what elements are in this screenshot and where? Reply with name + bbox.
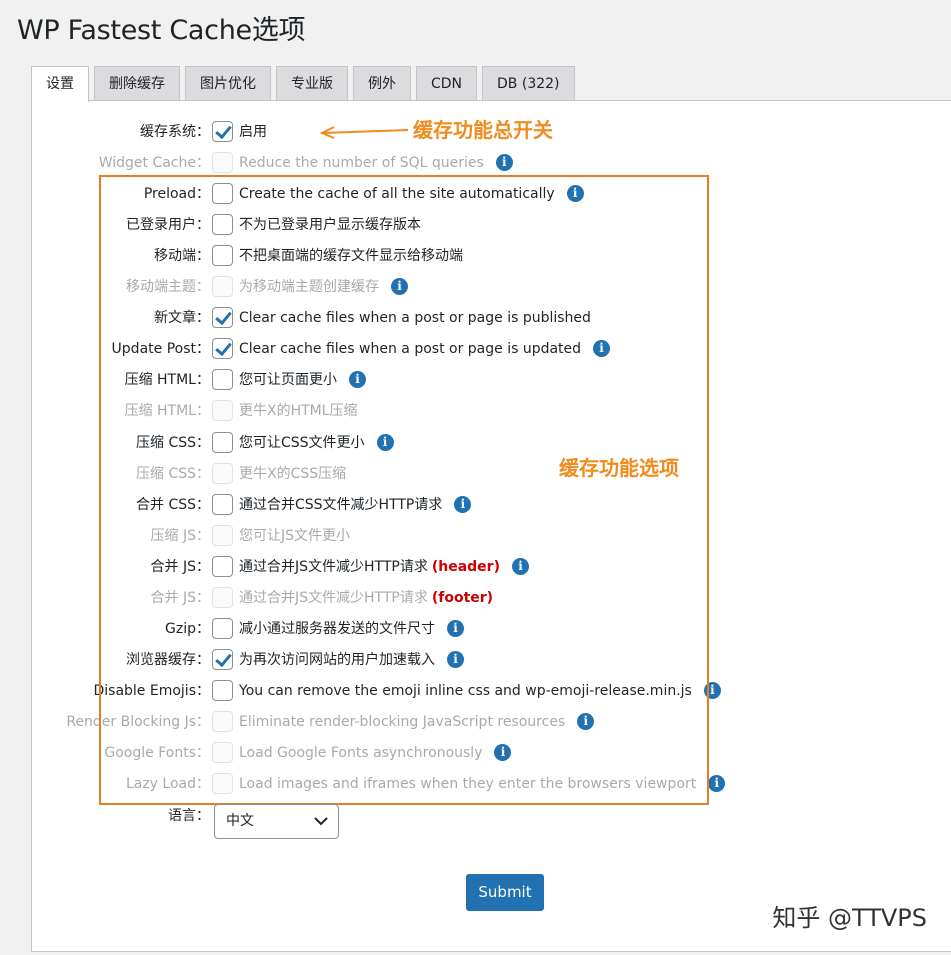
submit-button[interactable]: Submit bbox=[466, 874, 544, 911]
language-select[interactable]: 中文 bbox=[214, 804, 339, 839]
tab-5[interactable]: CDN bbox=[416, 66, 478, 101]
tab-6[interactable]: DB (322) bbox=[482, 66, 575, 101]
option-description: Reduce the number of SQL queries i bbox=[239, 150, 513, 176]
tab-3[interactable]: 专业版 bbox=[276, 66, 348, 101]
option-description-text: 启用 bbox=[239, 124, 267, 140]
option-description: 启用 bbox=[239, 119, 267, 145]
language-label: 语言： bbox=[168, 808, 210, 824]
tab-2[interactable]: 图片优化 bbox=[185, 66, 271, 101]
info-icon[interactable]: i bbox=[495, 154, 513, 171]
tab-bar: 设置 删除缓存 图片优化 专业版 例外 CDN DB (322) bbox=[31, 66, 575, 102]
watermark: 知乎 @TTVPS bbox=[772, 904, 927, 932]
option-checkbox[interactable] bbox=[212, 121, 233, 142]
option-checkbox[interactable] bbox=[212, 152, 233, 173]
option-label: 缓存系统： bbox=[140, 124, 210, 140]
options-annotation: 缓存功能选项 bbox=[559, 456, 679, 480]
tab-0[interactable]: 设置 bbox=[31, 66, 89, 102]
tab-4[interactable]: 例外 bbox=[353, 66, 411, 101]
option-description-text: Reduce the number of SQL queries bbox=[239, 155, 484, 171]
info-icon[interactable]: i bbox=[708, 775, 726, 792]
master-switch-annotation: 缓存功能总开关 bbox=[413, 118, 553, 142]
chevron-down-icon bbox=[314, 817, 328, 826]
options-highlight-box bbox=[99, 175, 709, 805]
language-value: 中文 bbox=[226, 813, 254, 829]
arrow-icon bbox=[319, 126, 409, 139]
page-title: WP Fastest Cache选项 bbox=[17, 15, 306, 46]
tab-1[interactable]: 删除缓存 bbox=[94, 66, 180, 101]
option-label: Widget Cache： bbox=[98, 155, 210, 171]
